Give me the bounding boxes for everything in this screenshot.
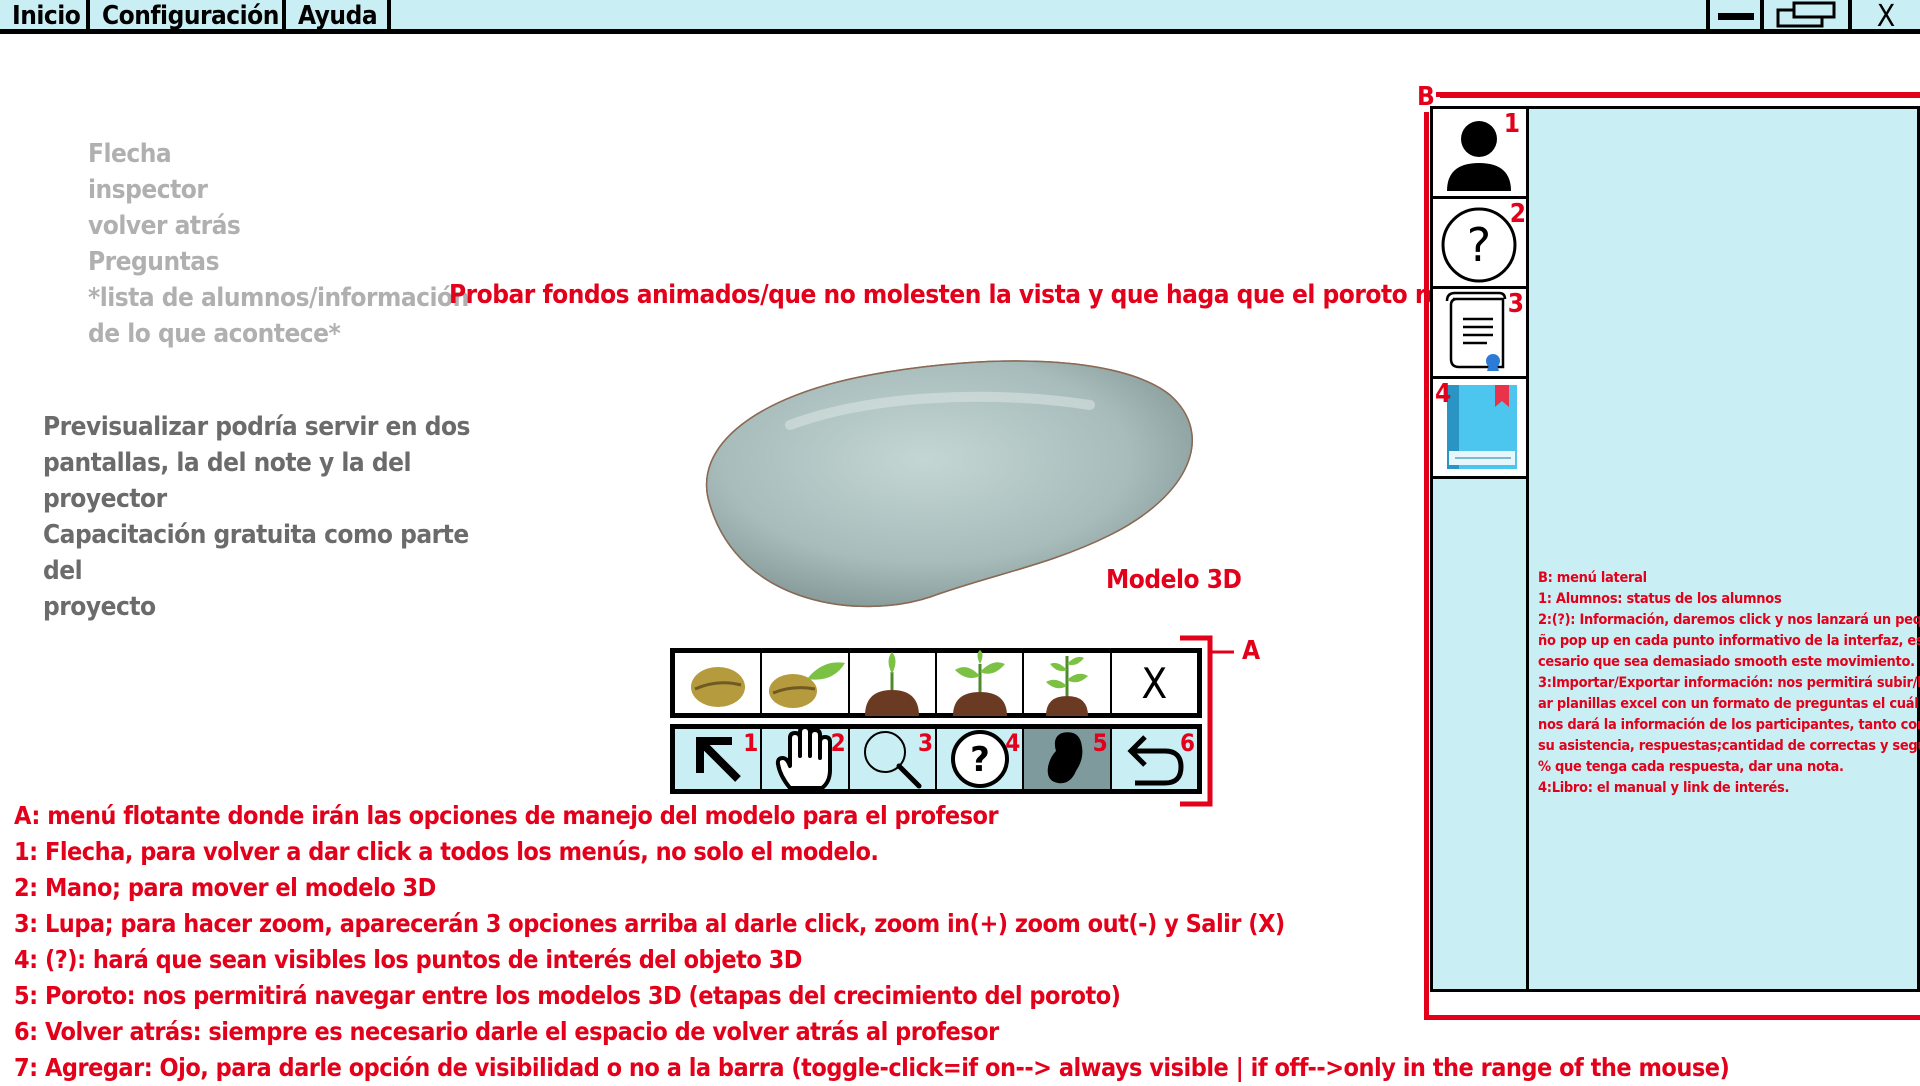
- hand-icon: [775, 726, 832, 790]
- magnifier-icon: [864, 731, 922, 789]
- svg-text:?: ?: [970, 740, 990, 780]
- note-line: pantallas, la del note y la del proyecto…: [43, 448, 411, 514]
- svg-text:?: ?: [1467, 218, 1491, 272]
- list-item: volver atrás: [88, 211, 241, 241]
- description-line: cesario que sea demasiado smooth este mo…: [1538, 654, 1915, 670]
- stage-seed-button[interactable]: [675, 653, 763, 713]
- arrow-tool-button[interactable]: 1: [675, 729, 763, 789]
- question-icon: ?: [950, 730, 1009, 788]
- backgrounds-note: Probar fondos animados/que no molesten l…: [449, 280, 1504, 310]
- minimize-icon: [1718, 13, 1754, 20]
- description-line: 4:Libro: el manual y link de interés.: [1538, 780, 1790, 796]
- description-line: % que tenga cada respuesta, dar una nota…: [1538, 759, 1844, 775]
- tool-row: 1 2 3 ? 4 5 6: [670, 724, 1202, 794]
- legend-line: A: menú flotante donde irán las opciones…: [14, 801, 999, 830]
- tool-number: 4: [1005, 729, 1021, 757]
- tool-number: 1: [743, 729, 759, 757]
- menu-configuracion[interactable]: Configuración: [90, 0, 286, 33]
- training-note: Capacitación gratuita como parte del pro…: [43, 517, 503, 625]
- points-of-interest-button[interactable]: ? 4: [936, 729, 1025, 789]
- description-line: 3:Importar/Exportar información: nos per…: [1538, 675, 1920, 691]
- seedling-icon: [865, 652, 920, 716]
- side-item-number: 3: [1507, 289, 1524, 319]
- close-button[interactable]: X: [1848, 0, 1920, 33]
- list-item: de lo que acontece*: [88, 319, 341, 349]
- young-plant-icon: [952, 650, 1007, 716]
- legend: A: menú flotante donde irán las opciones…: [14, 798, 1730, 1086]
- close-icon: X: [1141, 658, 1168, 708]
- side-top-rule: [1440, 93, 1920, 98]
- legend-line: 6: Volver atrás: siempre es necesario da…: [14, 1017, 999, 1046]
- arrow-icon: [695, 737, 741, 782]
- note-line: Capacitación gratuita como parte del: [43, 520, 469, 586]
- description-line: su asistencia, respuestas;cantidad de co…: [1538, 738, 1920, 754]
- menu-ayuda[interactable]: Ayuda: [286, 0, 391, 33]
- description-line: 1: Alumnos: status de los alumnos: [1538, 591, 1782, 607]
- side-menu-description: B: menú lateral 1: Alumnos: status de lo…: [1538, 568, 1920, 799]
- list-item: Preguntas: [88, 247, 219, 277]
- description-line: nos dará la información de los participa…: [1538, 717, 1920, 733]
- list-item: *lista de alumnos/información: [88, 283, 469, 313]
- legend-line: 4: (?): hará que sean visibles los punto…: [14, 945, 802, 974]
- description-line: B: menú lateral: [1538, 570, 1647, 586]
- floating-toolbar: X 1 2 3 ? 4 5 6: [670, 648, 1202, 794]
- label-a: A: [1242, 636, 1260, 666]
- side-item-number: 1: [1503, 109, 1520, 139]
- restore-icon: [1776, 1, 1836, 28]
- growth-stage-row: X: [670, 648, 1202, 718]
- stage-sprouting-seed-button[interactable]: [762, 653, 850, 713]
- zoom-tool-button[interactable]: 3: [849, 729, 937, 789]
- grown-plant-icon: [1045, 656, 1088, 716]
- legend-line: 1: Flecha, para volver a dar click a tod…: [14, 837, 879, 866]
- bean-navigator-button[interactable]: 5: [1024, 729, 1112, 789]
- legend-line: 7: Agregar: Ojo, para darle opción de vi…: [14, 1053, 1730, 1082]
- bean-icon: [1047, 732, 1083, 784]
- description-line: ño pop up en cada punto informativo de l…: [1538, 633, 1920, 649]
- stage-young-plant-button[interactable]: [937, 650, 1025, 716]
- gray-tool-list: Flecha inspector volver atrás Preguntas …: [88, 136, 469, 352]
- note-line: proyecto: [43, 592, 156, 622]
- seed-icon: [690, 667, 745, 707]
- list-item: Flecha: [88, 139, 172, 169]
- side-item-number: 4: [1435, 379, 1452, 409]
- stage-seedling-button[interactable]: [850, 652, 937, 716]
- legend-line: 5: Poroto: nos permitirá navegar entre l…: [14, 981, 1121, 1010]
- side-item-import-export[interactable]: 3: [1433, 289, 1526, 379]
- side-item-book[interactable]: 4: [1433, 379, 1526, 479]
- tool-number: 2: [830, 729, 846, 757]
- side-item-number: 2: [1509, 199, 1526, 229]
- menu-inicio[interactable]: Inicio: [0, 0, 90, 33]
- hand-tool-button[interactable]: 2: [762, 726, 850, 790]
- sprouting-seed-icon: [768, 662, 845, 708]
- tool-number: 5: [1092, 729, 1108, 757]
- close-icon: X: [1876, 0, 1896, 34]
- list-item: inspector: [88, 175, 208, 205]
- description-line: ar planillas excel con un formato de pre…: [1538, 696, 1919, 712]
- side-item-info[interactable]: ? 2: [1433, 199, 1526, 289]
- legend-line: 2: Mano; para mover el modelo 3D: [14, 873, 436, 902]
- minimize-button[interactable]: [1706, 0, 1760, 33]
- note-line: Previsualizar podría servir en dos: [43, 412, 470, 442]
- description-line: 2:(?): Información, daremos click y nos …: [1538, 612, 1920, 628]
- side-item-students[interactable]: 1: [1433, 109, 1526, 199]
- stage-grown-plant-button[interactable]: [1024, 653, 1112, 716]
- top-menu-bar: Inicio Configuración Ayuda X: [0, 0, 1920, 34]
- tool-number: 3: [917, 729, 933, 757]
- model-label: Modelo 3D: [1106, 565, 1242, 595]
- maximize-button[interactable]: [1760, 0, 1848, 33]
- preview-note: Previsualizar podría servir en dos panta…: [43, 409, 503, 517]
- legend-line: 3: Lupa; para hacer zoom, aparecerán 3 o…: [14, 909, 1285, 938]
